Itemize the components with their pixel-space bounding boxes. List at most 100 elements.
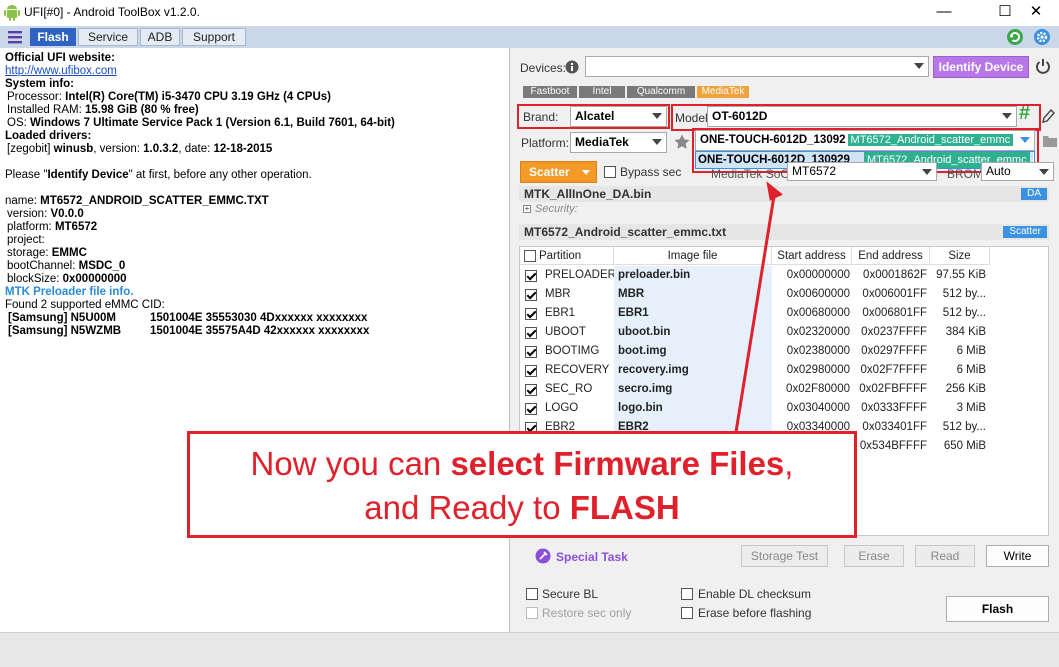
devices-combo[interactable] xyxy=(585,56,929,77)
end-address: 0x0297FFFF xyxy=(861,345,927,357)
table-row[interactable]: SEC_RO secro.img 0x02F80000 0x02FBFFFF 256 K… xyxy=(520,380,1048,399)
tab-flash[interactable]: Flash xyxy=(30,28,76,46)
identify-hint: Please "Identify Device" at first, befor… xyxy=(5,169,312,181)
scatter-storage-line: storage: EMMC xyxy=(7,247,87,259)
image-file-cell[interactable]: recovery.img xyxy=(614,361,772,380)
end-address: 0x02FBFFFF xyxy=(859,383,927,395)
table-row[interactable]: MBR MBR 0x00600000 0x006001FF 512 by... xyxy=(520,285,1048,304)
tab-support[interactable]: Support xyxy=(182,28,246,46)
erase-button[interactable]: Erase xyxy=(844,545,904,567)
enable-dl-checkbox[interactable] xyxy=(681,588,693,600)
close-button[interactable]: ✕ xyxy=(1013,0,1059,26)
settings-gear-icon[interactable] xyxy=(1033,28,1051,46)
partition-name: EBR1 xyxy=(545,307,576,319)
image-file-cell[interactable]: secro.img xyxy=(614,380,772,399)
mode-tab-mediatek[interactable]: MediaTek xyxy=(697,86,749,98)
scatter-bootchannel-line: bootChannel: MSDC_0 xyxy=(7,260,126,272)
row-checkbox[interactable] xyxy=(525,327,537,339)
partition-size: 6 MiB xyxy=(956,345,986,357)
image-file-cell[interactable]: EBR1 xyxy=(614,304,772,323)
scatter-button[interactable]: Scatter xyxy=(520,161,597,183)
image-file-cell[interactable]: MBR xyxy=(614,285,772,304)
brom-combo[interactable]: Auto xyxy=(981,162,1054,181)
select-all-checkbox[interactable] xyxy=(524,250,536,262)
partition-name: SEC_RO xyxy=(545,383,593,395)
instruction-callout: Now you can select Firmware Files, and R… xyxy=(187,431,857,538)
tab-service[interactable]: Service xyxy=(78,28,138,46)
column-header-image-file[interactable]: Image file xyxy=(614,247,772,265)
platform-combo[interactable]: MediaTek xyxy=(570,132,667,153)
soc-combo[interactable]: MT6572 xyxy=(787,162,937,181)
table-row[interactable]: PRELOADER preloader.bin 0x00000000 0x000186… xyxy=(520,266,1048,285)
table-row[interactable]: UBOOT uboot.bin 0x02320000 0x0237FFFF 384 Ki… xyxy=(520,323,1048,342)
erase-before-checkbox[interactable] xyxy=(681,607,693,619)
row-checkbox[interactable] xyxy=(525,270,537,282)
title-bar: UFI[#0] - Android ToolBox v1.2.0. — ☐ ✕ xyxy=(0,0,1059,26)
edit-icon[interactable] xyxy=(1041,108,1055,124)
website-link[interactable]: http://www.ufibox.com xyxy=(5,65,117,77)
chevron-down-icon xyxy=(652,139,662,145)
scatter-file-bar[interactable]: MT6572_Android_scatter_emmc.txt Scatter xyxy=(519,224,1049,240)
row-checkbox[interactable] xyxy=(525,384,537,396)
enable-dl-label: Enable DL checksum xyxy=(698,587,811,601)
minimize-button[interactable]: — xyxy=(921,0,967,26)
power-icon[interactable] xyxy=(1034,57,1052,75)
secure-bl-label: Secure BL xyxy=(542,587,599,601)
table-row[interactable]: RECOVERY recovery.img 0x02980000 0x02F7FFFF… xyxy=(520,361,1048,380)
partition-name: UBOOT xyxy=(545,326,586,338)
cid-line-1: [Samsung] N5U00M 1501004E 35553030 4Dxxxx… xyxy=(8,312,368,324)
refresh-icon[interactable] xyxy=(1006,28,1024,46)
end-address: 0x006801FF xyxy=(862,307,927,319)
preloader-info-link[interactable]: MTK Preloader file info. xyxy=(5,286,509,299)
da-file-bar[interactable]: MTK_AllInOne_DA.bin DA xyxy=(519,186,1049,202)
chevron-down-icon xyxy=(922,169,932,175)
sysinfo-heading: System info: xyxy=(5,78,75,90)
callout-line-1: Now you can select Firmware Files, xyxy=(250,445,794,482)
end-address: 0x0333FFFF xyxy=(861,402,927,414)
restore-sec-label: Restore sec only xyxy=(542,606,632,620)
image-file-cell[interactable]: uboot.bin xyxy=(614,323,772,342)
restore-sec-checkbox[interactable] xyxy=(526,607,538,619)
row-checkbox[interactable] xyxy=(525,289,537,301)
write-button[interactable]: Write xyxy=(986,545,1049,567)
read-button[interactable]: Read xyxy=(915,545,975,567)
image-file-cell[interactable]: preloader.bin xyxy=(614,266,772,285)
security-expand-icon[interactable]: + xyxy=(523,205,531,213)
column-header-size[interactable]: Size xyxy=(930,247,990,265)
table-row[interactable]: BOOTIMG boot.img 0x02380000 0x0297FFFF 6 MiB xyxy=(520,342,1048,361)
info-icon[interactable] xyxy=(565,60,579,74)
scatter-platform-line: platform: MT6572 xyxy=(7,221,98,233)
ram-line: Installed RAM: 15.98 GiB (80 % free) xyxy=(7,104,199,116)
partition-name: RECOVERY xyxy=(545,364,610,376)
hamburger-menu-icon[interactable] xyxy=(6,28,24,46)
bypass-sec-checkbox[interactable] xyxy=(604,166,616,178)
start-address: 0x03040000 xyxy=(786,402,850,414)
special-task-icon[interactable] xyxy=(535,548,551,564)
row-checkbox[interactable] xyxy=(525,346,537,358)
partition-size: 512 by... xyxy=(942,421,986,433)
website-heading: Official UFI website: xyxy=(5,52,115,64)
special-task-link[interactable]: Special Task xyxy=(556,550,628,564)
table-row[interactable]: EBR1 EBR1 0x00680000 0x006801FF 512 by... xyxy=(520,304,1048,323)
partition-size: 3 MiB xyxy=(956,402,986,414)
mode-tab-qualcomm[interactable]: Qualcomm xyxy=(627,86,695,98)
star-icon[interactable] xyxy=(673,133,691,151)
tab-adb[interactable]: ADB xyxy=(140,28,180,46)
chevron-down-icon xyxy=(1039,169,1049,175)
flash-button[interactable]: Flash xyxy=(946,596,1049,622)
mode-tab-intel[interactable]: Intel xyxy=(579,86,625,98)
image-file-cell[interactable]: boot.img xyxy=(614,342,772,361)
folder-icon[interactable] xyxy=(1043,135,1057,147)
row-checkbox[interactable] xyxy=(525,403,537,415)
table-row[interactable]: LOGO logo.bin 0x03040000 0x0333FFFF 3 MiB xyxy=(520,399,1048,418)
row-checkbox[interactable] xyxy=(525,365,537,377)
column-header-end-address[interactable]: End address xyxy=(852,247,930,265)
storage-test-button[interactable]: Storage Test xyxy=(741,545,828,567)
row-checkbox[interactable] xyxy=(525,308,537,320)
image-file-cell[interactable]: logo.bin xyxy=(614,399,772,418)
mode-tab-fastboot[interactable]: Fastboot xyxy=(523,86,577,98)
identify-device-button[interactable]: Identify Device xyxy=(933,56,1029,78)
secure-bl-checkbox[interactable] xyxy=(526,588,538,600)
column-header-start-address[interactable]: Start address xyxy=(772,247,852,265)
log-panel: Official UFI website: http://www.ufibox.… xyxy=(0,48,510,632)
